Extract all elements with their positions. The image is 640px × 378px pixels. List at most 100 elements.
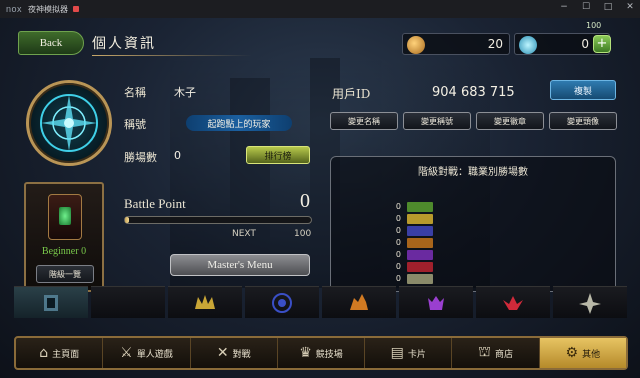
rank-emblem-icon (48, 194, 82, 240)
player-emblem[interactable] (26, 80, 112, 166)
name-label: 名稱 (124, 86, 146, 99)
next-label: NEXT (232, 229, 256, 239)
blood-class-icon (503, 295, 523, 310)
nav-label: 其他 (582, 349, 601, 360)
battery-indicator: 100 (586, 21, 602, 30)
nav-label: 卡片 (407, 349, 426, 360)
nav-label: 主頁面 (52, 349, 80, 360)
emulator-logo: nox (6, 4, 23, 14)
shadow-class-icon (428, 295, 444, 310)
ladder-row: 0 (391, 213, 433, 224)
crystal-icon (519, 36, 537, 54)
maximize-icon[interactable]: □ (602, 2, 614, 12)
class-tab-haven[interactable] (553, 286, 627, 318)
coin-icon (407, 36, 425, 54)
change-avatar-button[interactable]: 變更頭像 (549, 112, 617, 130)
gem-counter: 0 + (514, 33, 611, 55)
class-tab-dragon[interactable] (322, 286, 396, 318)
ladder-count: 0 (395, 202, 401, 211)
page-title: 個人資訊 (92, 36, 156, 52)
class-tab-blood[interactable] (476, 286, 550, 318)
level-list-button[interactable]: 階級一覽 (36, 265, 94, 283)
change-badge-button[interactable]: 變更徽章 (476, 112, 544, 130)
nav-item[interactable]: ♛ 競技場 (278, 338, 366, 368)
gold-amount: 20 (487, 37, 503, 51)
nav-item[interactable]: ▤ 卡片 (365, 338, 453, 368)
nav-icon: ⛫ (478, 344, 491, 360)
battle-point-value: 0 (300, 190, 310, 212)
class-color-icon (407, 225, 433, 236)
ladder-count: 0 (395, 274, 401, 283)
class-color-icon (407, 273, 433, 284)
class-color-icon (407, 261, 433, 272)
ladder-row: 0 (391, 237, 433, 248)
neutral-class-icon (44, 294, 58, 311)
ladder-title: 階級對戰：職業別勝場數 (418, 167, 528, 178)
nav-item[interactable]: ⌂ 主頁面 (16, 338, 104, 368)
ladder-count: 0 (395, 250, 401, 259)
nav-icon: ✕ (216, 345, 229, 361)
gold-counter: 20 (402, 33, 510, 55)
class-tab-neutral[interactable] (14, 286, 88, 318)
player-title-badge: 起跑點上的玩家 (186, 115, 292, 131)
nav-icon: ♛ (299, 345, 312, 361)
ladder-wins-panel: 階級對戰：職業別勝場數 0 0 0 0 0 0 0 (330, 156, 616, 292)
class-color-icon (407, 249, 433, 260)
window-controls: − ☐ □ ✕ (558, 2, 636, 12)
ladder-row: 0 (391, 201, 433, 212)
nav-item[interactable]: ⚔ 單人遊戲 (103, 338, 191, 368)
ladder-count: 0 (395, 214, 401, 223)
user-id-value: 904 683 715 (432, 85, 515, 100)
ladder-row: 0 (391, 225, 433, 236)
dragon-class-icon (350, 293, 368, 310)
masters-menu-button[interactable]: Master's Menu (170, 254, 310, 276)
class-color-icon (407, 237, 433, 248)
class-tab-shadow[interactable] (399, 286, 473, 318)
ladder-count: 0 (395, 238, 401, 247)
rune-emblem-icon (40, 94, 98, 152)
change-name-button[interactable]: 變更名稱 (330, 112, 398, 130)
class-tab-rune[interactable] (245, 286, 319, 318)
add-gems-button[interactable]: + (593, 35, 611, 53)
nav-label: 競技場 (315, 349, 343, 360)
emulator-titlebar: nox 夜神模拟器 − ☐ □ ✕ (0, 0, 640, 18)
nav-icon: ⌂ (39, 345, 49, 361)
class-color-icon (407, 213, 433, 224)
ladder-count: 0 (395, 262, 401, 271)
change-title-button[interactable]: 變更稱號 (403, 112, 471, 130)
wins-value: 0 (174, 149, 181, 162)
close-icon[interactable]: ✕ (624, 2, 636, 12)
copy-id-button[interactable]: 複製 (550, 80, 616, 100)
nav-item[interactable]: ⚙ 其他 (539, 338, 626, 368)
nav-icon: ⚔ (120, 345, 133, 361)
nav-label: 商店 (494, 349, 513, 360)
battle-point-progress (124, 216, 312, 224)
battle-point-label: Battle Point (124, 196, 186, 211)
minimize-icon[interactable]: − (558, 2, 570, 12)
wins-label: 勝場數 (124, 151, 157, 164)
nav-icon: ⚙ (565, 345, 579, 361)
nav-item[interactable]: ✕ 對戰 (191, 338, 278, 368)
rank-label: Beginner 0 (41, 246, 87, 257)
back-button[interactable]: Back (18, 31, 84, 55)
nav-item[interactable]: ⛫ 商店 (452, 338, 540, 368)
class-rank-card: Beginner 0 階級一覽 (24, 182, 104, 292)
battle-point-progress-fill (125, 217, 129, 223)
ranking-button[interactable]: 排行榜 (246, 146, 310, 164)
ladder-row: 0 (391, 249, 433, 260)
title-underline (92, 55, 252, 56)
nav-icon: ▤ (390, 345, 404, 361)
gem-amount: 0 (581, 37, 589, 51)
forest-class-icon (115, 290, 141, 316)
ladder-count: 0 (395, 226, 401, 235)
ladder-row: 0 (391, 261, 433, 272)
restore-icon[interactable]: ☐ (580, 2, 592, 12)
title-label: 稱號 (124, 118, 146, 131)
emulator-title: 夜神模拟器 (28, 4, 69, 14)
class-color-icon (407, 201, 433, 212)
class-tab-forest[interactable] (91, 286, 165, 318)
game-screen: Back 個人資訊 20 0 + 100 名稱 木子 稱號 起跑點上的玩家 勝場… (0, 18, 640, 378)
class-tab-sword[interactable] (168, 286, 242, 318)
nav-label: 對戰 (232, 349, 251, 360)
sword-class-icon (195, 294, 215, 309)
